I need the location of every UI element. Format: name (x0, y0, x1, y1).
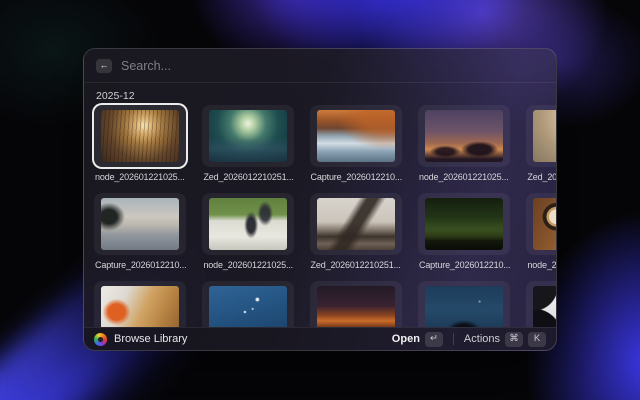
footer-bar: Browse Library Open ↵ Actions ⌘ K (84, 327, 556, 350)
photo-card (418, 281, 510, 327)
open-label: Open (392, 333, 420, 345)
photo-thumbnail (209, 198, 286, 250)
photo-grid-item[interactable]: node_202601221025... (94, 105, 186, 183)
photo-card (310, 193, 402, 255)
photo-grid: node_202601221025... Zed_2026012210251..… (94, 105, 546, 327)
photo-card (418, 193, 510, 255)
actions-label: Actions (464, 333, 500, 345)
photo-card (94, 193, 186, 255)
photo-filename: node_202601221025... (94, 172, 186, 183)
photo-card (202, 193, 293, 255)
photo-thumbnail (533, 198, 556, 250)
photo-thumbnail (101, 286, 179, 327)
photo-grid-item[interactable] (94, 281, 186, 327)
photo-thumbnail (425, 198, 503, 250)
photo-filename: node_202601221025... (526, 260, 556, 271)
section-label: 2025-12 (96, 90, 546, 102)
back-button[interactable]: ← (96, 59, 112, 73)
photo-grid-item[interactable]: Zed_2026012210251... (202, 105, 293, 183)
search-bar: ← (84, 49, 556, 83)
photo-filename: Capture_2026012210... (418, 260, 510, 271)
photo-thumbnail (425, 286, 503, 327)
photo-thumbnail (533, 110, 556, 162)
footer-divider (453, 333, 454, 345)
photo-thumbnail (425, 110, 503, 162)
photo-grid-item[interactable] (310, 281, 402, 327)
photo-grid-item[interactable] (526, 281, 556, 327)
photo-grid-item[interactable]: node_202601221025... (202, 193, 293, 271)
photo-filename: Capture_2026012210... (94, 260, 186, 271)
photo-filename: node_202601221025... (202, 260, 293, 271)
photo-thumbnail (317, 286, 395, 327)
photo-grid-item[interactable]: Capture_2026012210... (310, 105, 402, 183)
photo-filename: node_202601221025... (418, 172, 510, 183)
photo-filename: Capture_2026012210... (310, 172, 402, 183)
photo-card (202, 281, 293, 327)
photo-grid-item[interactable]: node_202601221025... (526, 193, 556, 271)
photo-grid-item[interactable] (418, 281, 510, 327)
photo-thumbnail (101, 110, 179, 162)
photo-grid-item[interactable]: Capture_2026012210... (418, 193, 510, 271)
photo-thumbnail (533, 286, 556, 327)
results-area: 2025-12 node_202601221025... Zed_2026012… (84, 83, 556, 327)
photo-card (310, 105, 402, 167)
photo-grid-item[interactable]: node_202601221025... (418, 105, 510, 183)
open-action-button[interactable]: Open ↵ (392, 332, 443, 347)
command-title: Browse Library (114, 333, 187, 345)
photo-filename: Zed_2026012210251... (526, 172, 556, 183)
photo-thumbnail (101, 198, 179, 250)
browse-library-window: ← 2025-12 node_202601221025... Zed_20260… (83, 48, 557, 351)
photo-grid-item[interactable]: Capture_2026012210... (94, 193, 186, 271)
photo-grid-item[interactable]: Zed_2026012210251... (310, 193, 402, 271)
photo-card (526, 281, 556, 327)
command-key-icon: ⌘ (505, 332, 523, 347)
photo-thumbnail (317, 198, 395, 250)
photo-grid-item[interactable]: Zed_2026012210251... (526, 105, 556, 183)
actions-button[interactable]: Actions ⌘ K (464, 332, 546, 347)
back-arrow-icon: ← (100, 61, 109, 70)
photo-card-selected (94, 105, 186, 167)
k-key-icon: K (528, 332, 546, 347)
photo-card (202, 105, 293, 167)
photo-card (310, 281, 402, 327)
photo-filename: Zed_2026012210251... (310, 260, 402, 271)
photo-thumbnail (317, 110, 395, 162)
photo-thumbnail (209, 110, 286, 162)
photo-card (526, 193, 556, 255)
photo-filename: Zed_2026012210251... (202, 172, 293, 183)
photo-card (418, 105, 510, 167)
photo-card (94, 281, 186, 327)
color-wheel-icon (94, 333, 107, 346)
photo-grid-item[interactable] (202, 281, 293, 327)
photo-thumbnail (209, 286, 286, 327)
search-input[interactable] (121, 59, 544, 73)
return-key-icon: ↵ (425, 332, 443, 347)
photo-card (526, 105, 556, 167)
